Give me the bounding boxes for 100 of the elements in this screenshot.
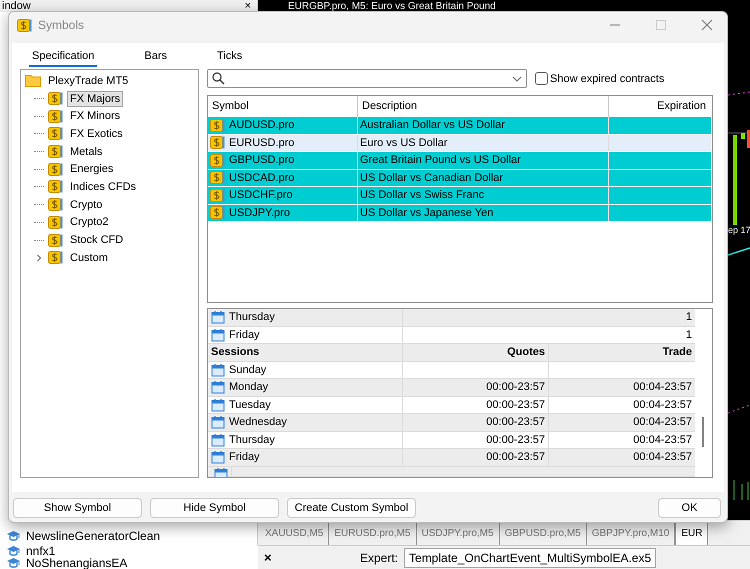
- table-cell: Great Britain Pound vs US Dollar: [360, 154, 521, 166]
- table-cell: 00:00-23:57: [486, 416, 545, 428]
- dollar-icon: [48, 232, 63, 248]
- dollar-icon: [48, 126, 63, 142]
- table-row[interactable]: GBPUSD.pro Great Britain Pound vs US Dollar: [208, 152, 711, 170]
- expert-field[interactable]: Template_OnChartEvent_MultiSymbolEA.ex5: [404, 548, 656, 568]
- dollar-icon: [48, 197, 63, 212]
- tree-item[interactable]: Indices CFDs: [67, 178, 140, 195]
- tree-item[interactable]: PlexyTrade MT5: [45, 72, 132, 89]
- table-cell: USDCHF.pro: [229, 189, 293, 202]
- graduation-cap-icon: [6, 545, 21, 557]
- dollar-icon: [17, 18, 32, 32]
- table-cell: Friday: [229, 451, 260, 464]
- table-cell: Thursday: [229, 434, 275, 446]
- table-row[interactable]: USDCAD.pro US Dollar vs Canadian Dollar: [208, 170, 711, 187]
- table-cell: Thursday: [229, 311, 275, 324]
- calendar-icon: [211, 310, 225, 324]
- window-title: Symbols: [38, 18, 86, 32]
- table-cell: 00:00-23:57: [486, 451, 545, 464]
- table-cell: Monday: [229, 381, 268, 394]
- table-cell: Sunday: [229, 364, 266, 376]
- tree-item[interactable]: FX Majors: [67, 90, 124, 107]
- close-button[interactable]: ×: [244, 0, 251, 12]
- ok-button[interactable]: OK: [658, 498, 721, 518]
- table-cell: 00:00-23:57: [486, 398, 545, 411]
- table-cell: 00:04-23:57: [633, 398, 692, 411]
- action-button[interactable]: Show Symbol: [13, 498, 142, 518]
- tree-item[interactable]: Crypto: [67, 196, 106, 213]
- table-row[interactable]: USDCHF.pro US Dollar vs Swiss Franc: [208, 187, 711, 204]
- table-cell: 00:00-23:57: [486, 381, 545, 394]
- table-row[interactable]: EURUSD.pro Euro vs US Dollar: [208, 134, 711, 152]
- scrollbar-thumb[interactable]: [702, 417, 704, 447]
- expert-label: Expert:: [360, 550, 398, 564]
- tree-item[interactable]: FX Minors: [67, 108, 124, 124]
- dollar-icon: [48, 179, 63, 194]
- calendar-icon: [211, 432, 225, 447]
- search-icon: [212, 72, 225, 85]
- tree-item[interactable]: Crypto2: [67, 214, 112, 230]
- table-cell: GBPUSD.pro: [229, 154, 294, 166]
- checkbox[interactable]: [535, 72, 548, 85]
- calendar-icon: [211, 398, 225, 412]
- table-cell: 00:04-23:57: [633, 451, 692, 464]
- chevron-down-icon[interactable]: [512, 76, 522, 82]
- graduation-cap-icon: [6, 557, 21, 569]
- table-cell: USDCAD.pro: [229, 172, 294, 184]
- tree-item[interactable]: FX Exotics: [67, 126, 126, 142]
- table-cell: 1: [686, 328, 692, 341]
- dollar-icon: [48, 250, 63, 266]
- dollar-icon: [48, 162, 63, 177]
- folder-icon: [25, 74, 41, 88]
- dollar-icon: [210, 135, 225, 150]
- dollar-icon: [48, 91, 63, 106]
- dollar-icon: [210, 152, 225, 168]
- dollar-icon: [48, 108, 63, 124]
- action-button[interactable]: Create Custom Symbol: [287, 498, 416, 518]
- date-label: ep 17: [728, 225, 750, 235]
- dollar-icon: [210, 118, 225, 133]
- tree-item[interactable]: Stock CFD: [67, 232, 126, 248]
- table-cell: EURUSD.pro: [229, 136, 294, 149]
- action-button[interactable]: Hide Symbol: [150, 498, 279, 518]
- checkbox-label[interactable]: Show expired contracts: [550, 72, 664, 84]
- tab[interactable]: Ticks: [214, 50, 246, 67]
- close-button[interactable]: ×: [264, 550, 290, 565]
- calendar-icon: [211, 380, 225, 394]
- table-cell: 00:04-23:57: [633, 381, 692, 394]
- table-cell: Wednesday: [229, 416, 287, 428]
- table-cell: USDJPY.pro: [229, 206, 290, 219]
- table-cell: AUDUSD.pro: [229, 119, 294, 132]
- table-cell: 1: [686, 311, 692, 324]
- table-cell: US Dollar vs Japanese Yen: [360, 206, 494, 219]
- navigator-item[interactable]: NewslineGeneratorClean: [26, 529, 160, 544]
- table-cell: 00:04-23:57: [633, 434, 692, 446]
- table-cell: US Dollar vs Canadian Dollar: [360, 172, 504, 184]
- tab[interactable]: Bars: [141, 50, 170, 67]
- table-cell: 00:04-23:57: [633, 416, 692, 428]
- expander-icon[interactable]: [34, 252, 44, 263]
- dollar-icon: [48, 214, 63, 230]
- table-cell: Australian Dollar vs US Dollar: [360, 119, 505, 132]
- dollar-icon: [210, 170, 225, 186]
- calendar-icon: [211, 450, 225, 464]
- dollar-icon: [210, 188, 225, 203]
- tree-item[interactable]: Custom: [67, 250, 111, 266]
- calendar-icon: [211, 328, 225, 342]
- section-header: Sessions: [211, 346, 260, 358]
- calendar-icon: [211, 415, 225, 430]
- table-row[interactable]: USDJPY.pro US Dollar vs Japanese Yen: [208, 204, 711, 222]
- chart-tab[interactable]: EUR: [675, 522, 708, 545]
- table-cell: 00:00-23:57: [486, 434, 545, 446]
- panel-title: indow: [2, 0, 31, 12]
- tab[interactable]: Specification: [29, 50, 98, 67]
- column-header[interactable]: Expiration: [609, 96, 712, 117]
- table-cell: Friday: [229, 328, 260, 341]
- tree-item[interactable]: Energies: [67, 161, 116, 178]
- column-header: Trade: [662, 346, 692, 358]
- navigator-item[interactable]: nnfx1: [26, 544, 56, 558]
- calendar-icon: [211, 362, 225, 377]
- search-field[interactable]: [207, 69, 527, 88]
- dollar-icon: [210, 205, 225, 220]
- tree-item[interactable]: Metals: [67, 144, 106, 160]
- table-row[interactable]: AUDUSD.pro Australian Dollar vs US Dollar: [208, 117, 711, 134]
